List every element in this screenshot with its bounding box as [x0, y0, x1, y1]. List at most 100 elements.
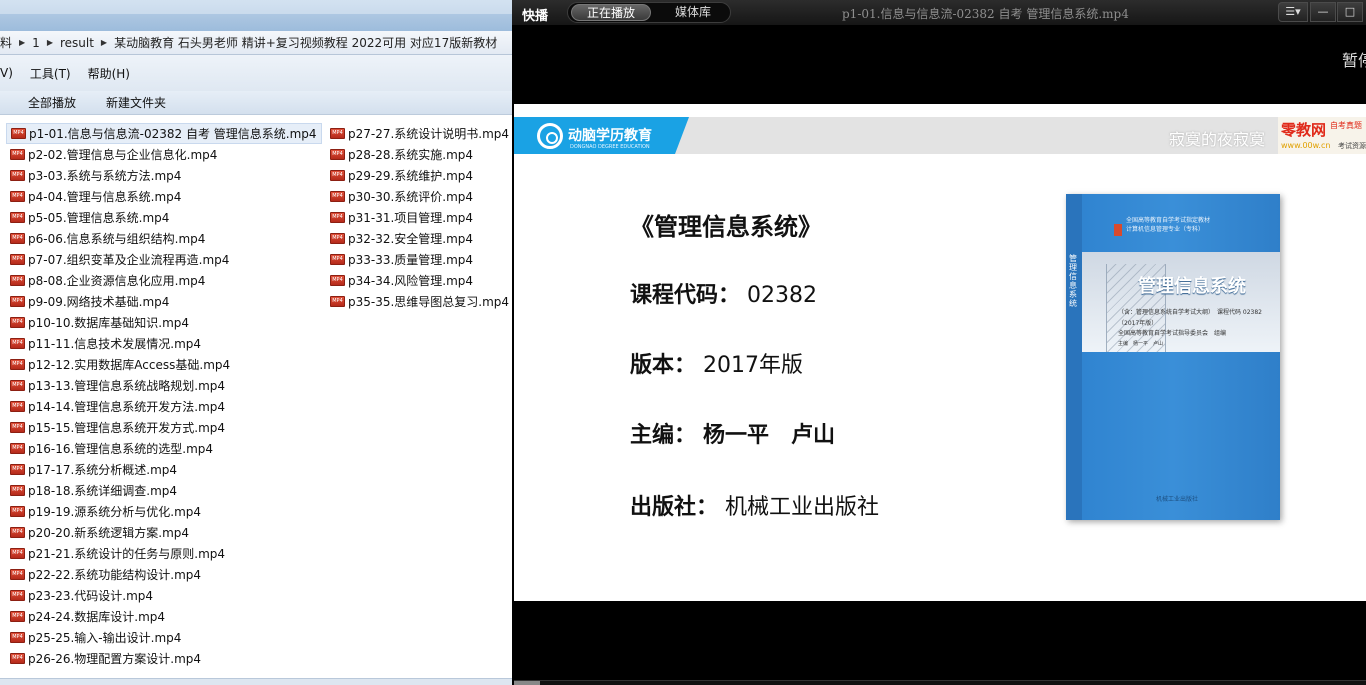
file-item[interactable]: MP4 p21-21.系统设计的任务与原则.mp4: [6, 543, 322, 564]
mp4-file-icon: MP4: [10, 338, 25, 349]
minimize-button[interactable]: —: [1310, 2, 1336, 22]
file-item[interactable]: MP4 p13-13.管理信息系统战略规划.mp4: [6, 375, 322, 396]
file-name: p8-08.企业资源信息化应用.mp4: [28, 274, 206, 288]
slide-header-band: 动脑学历教育 DONGNAO DEGREE EDUCATION 寂寞的夜寂寞 零…: [514, 117, 1366, 154]
file-item[interactable]: MP4 p4-04.管理与信息系统.mp4: [6, 186, 322, 207]
file-item[interactable]: MP4 p27-27.系统设计说明书.mp4: [326, 123, 512, 144]
file-item[interactable]: MP4 p6-06.信息系统与组织结构.mp4: [6, 228, 322, 249]
tab-media-library[interactable]: 媒体库: [658, 4, 728, 21]
slide-slogan: 寂寞的夜寂寞: [1169, 130, 1266, 149]
playback-progress-bar[interactable]: [514, 680, 1366, 685]
breadcrumb-segment[interactable]: result: [60, 36, 94, 50]
file-item[interactable]: MP4 p26-26.物理配置方案设计.mp4: [6, 648, 322, 669]
file-item[interactable]: MP4 p29-29.系统维护.mp4: [326, 165, 512, 186]
file-item[interactable]: MP4 p1-01.信息与信息流-02382 自考 管理信息系统.mp4: [6, 123, 322, 144]
file-item[interactable]: MP4 p25-25.输入-输出设计.mp4: [6, 627, 322, 648]
address-bar[interactable]: 料 ▶ 1 ▶ result ▶ 某动脑教育 石头男老师 精讲+复习视频教程 2…: [0, 31, 512, 55]
skin-menu-button[interactable]: ☰▾: [1278, 2, 1308, 22]
mp4-file-icon: MP4: [10, 296, 25, 307]
mp4-file-icon: MP4: [10, 317, 25, 328]
file-name: p33-33.质量管理.mp4: [348, 253, 474, 267]
mp4-file-icon: MP4: [10, 485, 25, 496]
menu-bar: V) 工具(T) 帮助(H): [0, 55, 512, 91]
watermark-tag: 考试资源: [1338, 142, 1366, 150]
file-name: p30-30.系统评价.mp4: [348, 190, 474, 204]
file-name: p12-12.实用数据库Access基础.mp4: [28, 358, 231, 372]
file-item[interactable]: MP4 p30-30.系统评价.mp4: [326, 186, 512, 207]
file-item[interactable]: MP4 p31-31.项目管理.mp4: [326, 207, 512, 228]
logo-subtitle: DONGNAO DEGREE EDUCATION: [570, 144, 650, 150]
file-name: p11-11.信息技术发展情况.mp4: [28, 337, 202, 351]
file-item[interactable]: MP4 p10-10.数据库基础知识.mp4: [6, 312, 322, 333]
mp4-file-icon: MP4: [10, 632, 25, 643]
window-controls: ☰▾ — □: [1278, 2, 1366, 23]
file-item[interactable]: MP4 p19-19.源系统分析与优化.mp4: [6, 501, 322, 522]
file-item[interactable]: MP4 p28-28.系统实施.mp4: [326, 144, 512, 165]
file-item[interactable]: MP4 p23-23.代码设计.mp4: [6, 585, 322, 606]
file-item[interactable]: MP4 p17-17.系统分析概述.mp4: [6, 459, 322, 480]
mp4-file-icon: MP4: [10, 506, 25, 517]
mp4-file-icon: MP4: [10, 149, 25, 160]
file-item[interactable]: MP4 p15-15.管理信息系统开发方式.mp4: [6, 417, 322, 438]
file-item[interactable]: MP4 p20-20.新系统逻辑方案.mp4: [6, 522, 322, 543]
book-spine-title: 管理信息系统: [1069, 254, 1077, 308]
file-item[interactable]: MP4 p18-18.系统详细调查.mp4: [6, 480, 322, 501]
breadcrumb-segment[interactable]: 料: [0, 34, 12, 51]
file-item[interactable]: MP4 p11-11.信息技术发展情况.mp4: [6, 333, 322, 354]
video-frame[interactable]: 动脑学历教育 DONGNAO DEGREE EDUCATION 寂寞的夜寂寞 零…: [514, 104, 1366, 601]
file-item[interactable]: MP4 p34-34.风险管理.mp4: [326, 270, 512, 291]
mp4-file-icon: MP4: [330, 212, 345, 223]
menu-item-help[interactable]: 帮助(H): [88, 65, 130, 82]
file-item[interactable]: MP4 p2-02.管理信息与企业信息化.mp4: [6, 144, 322, 165]
tab-now-playing[interactable]: 正在播放: [571, 4, 651, 21]
maximize-button[interactable]: □: [1337, 2, 1363, 22]
file-item[interactable]: MP4 p22-22.系统功能结构设计.mp4: [6, 564, 322, 585]
book-editor: 主编 杨一平 卢山: [1118, 341, 1164, 347]
file-item[interactable]: MP4 p3-03.系统与系统方法.mp4: [6, 165, 322, 186]
new-folder-button[interactable]: 新建文件夹: [106, 94, 166, 111]
file-item[interactable]: MP4 p7-07.组织变革及企业流程再造.mp4: [6, 249, 322, 270]
file-item[interactable]: MP4 p33-33.质量管理.mp4: [326, 249, 512, 270]
file-item[interactable]: MP4 p16-16.管理信息系统的选型.mp4: [6, 438, 322, 459]
file-name: p13-13.管理信息系统战略规划.mp4: [28, 379, 226, 393]
play-all-button[interactable]: 全部播放: [28, 94, 76, 111]
file-item[interactable]: MP4 p24-24.数据库设计.mp4: [6, 606, 322, 627]
file-item[interactable]: MP4 p32-32.安全管理.mp4: [326, 228, 512, 249]
brand-logo-band: 动脑学历教育 DONGNAO DEGREE EDUCATION: [514, 117, 689, 154]
file-name: p31-31.项目管理.mp4: [348, 211, 474, 225]
editor-line: 主编： 杨一平 卢山: [630, 417, 835, 449]
book-publisher: 机械工业出版社: [1156, 496, 1199, 503]
breadcrumb-segment[interactable]: 某动脑教育 石头男老师 精讲+复习视频教程 2022可用 对应17版新教材: [114, 34, 497, 51]
breadcrumb-segment[interactable]: 1: [32, 36, 40, 50]
mp4-file-icon: MP4: [330, 254, 345, 265]
file-item[interactable]: MP4 p35-35.思维导图总复习.mp4: [326, 291, 512, 312]
file-item[interactable]: MP4 p8-08.企业资源信息化应用.mp4: [6, 270, 322, 291]
file-name: p19-19.源系统分析与优化.mp4: [28, 505, 202, 519]
course-code-label: 课程代码：: [630, 282, 741, 308]
file-name: p17-17.系统分析概述.mp4: [28, 463, 178, 477]
edition-value: 2017年版: [703, 353, 804, 378]
file-item[interactable]: MP4 p5-05.管理信息系统.mp4: [6, 207, 322, 228]
book-compiler: 全国高等教育自学考试指导委员会 组编: [1118, 330, 1227, 337]
file-item[interactable]: MP4 p12-12.实用数据库Access基础.mp4: [6, 354, 322, 375]
mp4-file-icon: MP4: [10, 548, 25, 559]
book-subtitle: （含：管理信息系统自学考试大纲） 课程代码 02382: [1118, 309, 1262, 316]
file-column-1: MP4 p1-01.信息与信息流-02382 自考 管理信息系统.mp4 MP4 p2…: [6, 123, 322, 669]
mp4-file-icon: MP4: [11, 128, 26, 139]
file-name: p3-03.系统与系统方法.mp4: [28, 169, 182, 183]
file-name: p4-04.管理与信息系统.mp4: [28, 190, 182, 204]
progress-fill: [514, 681, 540, 685]
file-name: p29-29.系统维护.mp4: [348, 169, 474, 183]
mp4-file-icon: MP4: [10, 569, 25, 580]
menu-item-view[interactable]: V): [0, 66, 13, 80]
app-brand: 快播: [522, 9, 549, 24]
editor-label: 主编：: [630, 422, 697, 448]
file-item[interactable]: MP4 p14-14.管理信息系统开发方法.mp4: [6, 396, 322, 417]
mp4-file-icon: MP4: [10, 275, 25, 286]
file-item[interactable]: MP4 p9-09.网络技术基础.mp4: [6, 291, 322, 312]
menu-item-tools[interactable]: 工具(T): [30, 65, 71, 82]
mp4-file-icon: MP4: [330, 128, 345, 139]
player-title-bar: 快播 正在播放 媒体库 p1-01.信息与信息流-02382 自考 管理信息系统…: [512, 0, 1366, 26]
book-year: （2017年版）: [1118, 320, 1158, 327]
watermark-badge: 零教网 自考真题 www.00w.cn 考试资源: [1278, 117, 1366, 154]
